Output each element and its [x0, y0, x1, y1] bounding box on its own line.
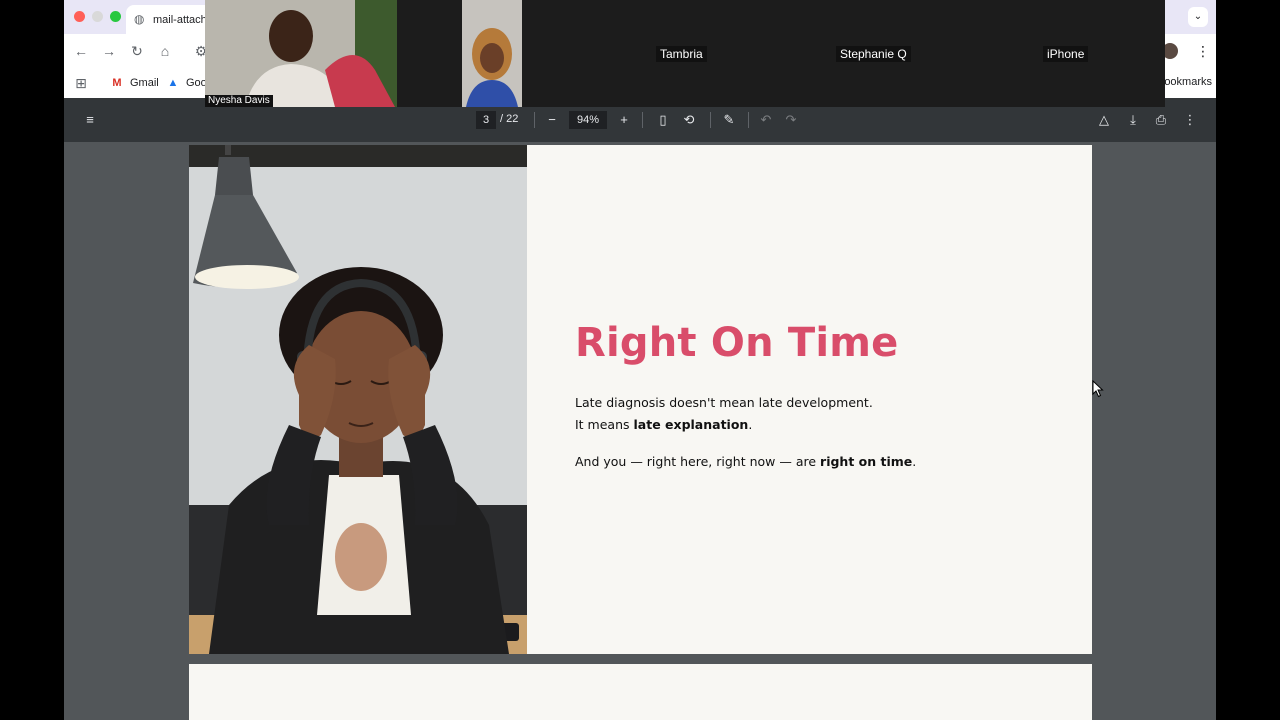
mouse-cursor-icon [1092, 380, 1104, 398]
toolbar-divider [642, 112, 643, 128]
redo-icon[interactable]: ↷ [783, 112, 799, 128]
slide-line-2-prefix: It means [575, 417, 634, 432]
slide-paragraph-1: Late diagnosis doesn't mean late develop… [575, 392, 1055, 436]
browser-menu-icon[interactable]: ⋮ [1196, 42, 1210, 60]
participant-video-second[interactable] [462, 0, 522, 107]
drive-save-icon[interactable]: △ [1096, 112, 1112, 128]
globe-icon: ◍ [134, 12, 145, 26]
slide-line-3-bold: right on time [820, 454, 913, 469]
tab-search-button[interactable]: ⌄ [1188, 7, 1208, 27]
pdf-next-page [189, 664, 1092, 720]
bookmark-gmail[interactable]: M Gmail [110, 76, 159, 90]
fit-page-icon[interactable]: ▯ [655, 112, 671, 128]
google-drive-icon: ▲ [167, 77, 179, 89]
slide-photo [189, 145, 527, 654]
forward-arrow-icon[interactable]: → [100, 42, 118, 60]
participant-video-nyesha[interactable]: Nyesha Davis [205, 0, 397, 107]
minimize-window-button[interactable] [92, 11, 103, 22]
bookmark-google[interactable]: ▲ Goo [166, 76, 207, 90]
toolbar-divider [710, 112, 711, 128]
download-icon[interactable]: ⤓ [1125, 112, 1141, 128]
slide-line-3-suffix: . [912, 454, 917, 469]
toolbar-divider [748, 112, 749, 128]
participant-name: Tambria [656, 46, 707, 62]
screen: ◍ mail-attach ⌄ ← → ↻ ⌂ ⚙ ⋮ ⊞ M Gmail ▲ [0, 0, 1280, 720]
participant-name: Nyesha Davis [205, 95, 273, 107]
slide-line-3-prefix: And you — right here, right now — are [575, 454, 821, 469]
chevron-down-icon: ⌄ [1193, 11, 1203, 22]
reload-icon[interactable]: ↻ [128, 42, 146, 60]
participant-name: Stephanie Q [836, 46, 911, 62]
slide-line-1: Late diagnosis doesn't mean late develop… [575, 395, 873, 410]
pdf-viewport[interactable]: Right On Time Late diagnosis doesn't mea… [64, 142, 1216, 720]
slide-body: Late diagnosis doesn't mean late develop… [575, 392, 1055, 473]
zoom-out-icon[interactable]: − [544, 112, 560, 128]
back-arrow-icon[interactable]: ← [72, 42, 90, 60]
meeting-participant-strip: Nyesha Davis Tambria Stephanie Q iPhone [205, 0, 1165, 107]
rotate-icon[interactable]: ⟲ [681, 112, 697, 128]
zoom-level-input[interactable]: 94% [569, 111, 607, 129]
apps-grid-icon[interactable]: ⊞ [72, 74, 90, 92]
annotate-pen-icon[interactable]: ✎ [721, 112, 737, 128]
close-window-button[interactable] [74, 11, 85, 22]
participant-name: iPhone [1043, 46, 1089, 62]
slide-line-2-bold: late explanation [633, 417, 749, 432]
bookmark-gmail-label: Gmail [130, 77, 159, 89]
bookmark-google-label: Goo [186, 77, 207, 89]
page-total: / 22 [500, 113, 519, 125]
participant-video-frame [205, 0, 397, 107]
tab-title: mail-attach [153, 13, 207, 26]
gmail-icon: M [112, 77, 122, 89]
all-bookmarks-link[interactable]: ookmarks [1156, 76, 1216, 88]
pdf-page: Right On Time Late diagnosis doesn't mea… [189, 145, 1092, 654]
browser-window: ◍ mail-attach ⌄ ← → ↻ ⌂ ⚙ ⋮ ⊞ M Gmail ▲ [64, 0, 1216, 720]
sidebar-menu-icon[interactable]: ≡ [82, 112, 98, 128]
home-icon[interactable]: ⌂ [156, 42, 174, 60]
print-icon[interactable]: ⎙ [1153, 112, 1169, 128]
toolbar-divider [534, 112, 535, 128]
slide-title: Right On Time [575, 320, 899, 366]
woman-with-headset-illustration [189, 145, 527, 654]
undo-icon[interactable]: ↶ [758, 112, 774, 128]
slide-text-block: Right On Time Late diagnosis doesn't mea… [575, 320, 1055, 473]
more-options-icon[interactable]: ⋮ [1182, 112, 1198, 128]
slide-line-2-suffix: . [748, 417, 753, 432]
zoom-in-icon[interactable]: + [616, 112, 632, 128]
maximize-window-button[interactable] [110, 11, 121, 22]
page-number-input[interactable]: 3 [476, 111, 496, 129]
slide-paragraph-2: And you — right here, right now — are ri… [575, 451, 1055, 473]
participant-video-frame [462, 0, 522, 107]
